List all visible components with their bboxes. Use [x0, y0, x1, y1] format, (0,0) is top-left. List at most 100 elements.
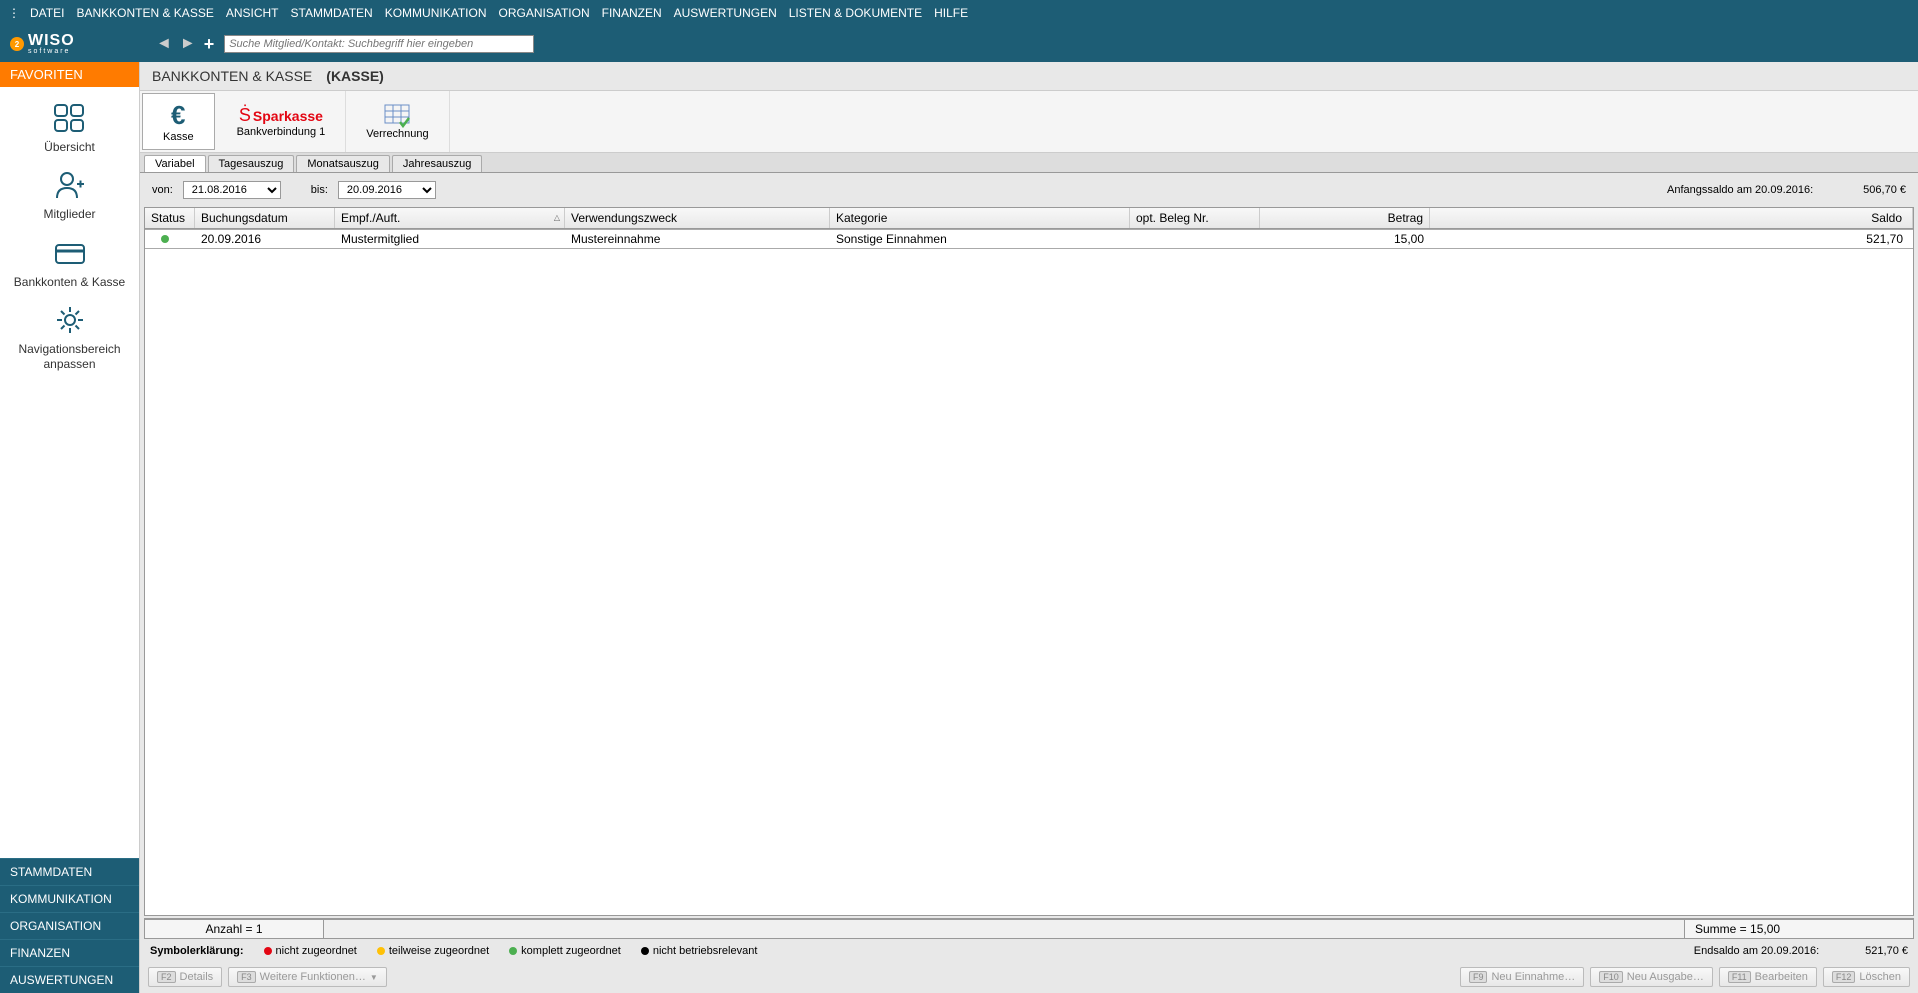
- summary-sum: Summe = 15,00: [1684, 919, 1914, 939]
- bis-label: bis:: [311, 184, 328, 196]
- main-header: BANKKONTEN & KASSE (KASSE): [140, 62, 1918, 91]
- toolbar-verrechnung-button[interactable]: Verrechnung: [346, 91, 449, 152]
- toolbar-label: Verrechnung: [366, 128, 428, 140]
- legend-black-label: nicht betriebsrelevant: [653, 945, 758, 957]
- bis-date-select[interactable]: 20.09.2016: [338, 181, 436, 199]
- col-empf[interactable]: Empf./Auft.△: [335, 208, 565, 228]
- menu-grip-icon: ⋮: [8, 6, 20, 20]
- nav-forward-icon[interactable]: ►: [180, 35, 196, 53]
- nav-add-icon[interactable]: +: [204, 34, 215, 55]
- legend-bar: Symbolerklärung: nicht zugeordnet teilwe…: [140, 939, 1918, 963]
- col-kategorie[interactable]: Kategorie: [830, 208, 1130, 228]
- table-row[interactable]: 20.09.2016 Mustermitglied Mustereinnahme…: [145, 229, 1913, 249]
- sidebar-section-kommunikation[interactable]: KOMMUNIKATION: [0, 885, 139, 912]
- search-input[interactable]: [224, 35, 534, 53]
- menu-datei[interactable]: DATEI: [24, 6, 70, 20]
- top-menubar: ⋮ DATEI BANKKONTEN & KASSE ANSICHT STAMM…: [0, 0, 1918, 26]
- von-date-select[interactable]: 21.08.2016: [183, 181, 281, 199]
- cell-betrag: 15,00: [1260, 230, 1430, 248]
- tab-monatsauszug[interactable]: Monatsauszug: [296, 155, 390, 172]
- cell-date: 20.09.2016: [195, 230, 335, 248]
- col-beleg[interactable]: opt. Beleg Nr.: [1130, 208, 1260, 228]
- sidebar-header-favoriten[interactable]: FAVORITEN: [0, 62, 139, 87]
- toolbar-label: Bankverbindung 1: [237, 126, 326, 138]
- menu-ansicht[interactable]: ANSICHT: [220, 6, 285, 20]
- app-logo: 2 WISO software: [0, 34, 140, 55]
- gear-icon: [53, 305, 87, 338]
- grid-icon: [53, 103, 87, 136]
- sidebar-section-stammdaten[interactable]: STAMMDATEN: [0, 858, 139, 885]
- menu-auswertungen[interactable]: AUSWERTUNGEN: [668, 6, 783, 20]
- view-tabs: Variabel Tagesauszug Monatsauszug Jahres…: [140, 153, 1918, 173]
- table-check-icon: [384, 104, 410, 128]
- menu-kommunikation[interactable]: KOMMUNIKATION: [379, 6, 493, 20]
- sparkasse-icon: ṠSparkasse: [239, 105, 323, 126]
- nav-back-icon[interactable]: ◄: [156, 35, 172, 53]
- sidebar-item-mitglieder[interactable]: Mitglieder: [0, 162, 139, 229]
- account-toolbar: € Kasse ṠSparkasse Bankverbindung 1 Verr…: [140, 91, 1918, 153]
- col-status[interactable]: Status: [145, 208, 195, 228]
- legend-yellow-label: teilweise zugeordnet: [389, 945, 489, 957]
- legend-red-label: nicht zugeordnet: [276, 945, 357, 957]
- legend-yellow-icon: [377, 947, 385, 955]
- sidebar-item-nav-anpassen[interactable]: Navigationsbereich anpassen: [0, 297, 139, 379]
- toolbar-secondary: 2 WISO software ◄ ► +: [0, 26, 1918, 62]
- loeschen-button[interactable]: F12Löschen: [1823, 967, 1910, 987]
- euro-icon: €: [171, 100, 185, 131]
- tab-tagesauszug[interactable]: Tagesauszug: [208, 155, 295, 172]
- toolbar-label: Kasse: [163, 131, 194, 143]
- status-dot-icon: [161, 235, 169, 243]
- cell-zweck: Mustereinnahme: [565, 230, 830, 248]
- sidebar-section-auswertungen[interactable]: AUSWERTUNGEN: [0, 966, 139, 993]
- neu-ausgabe-button[interactable]: F10Neu Ausgabe…: [1590, 967, 1713, 987]
- cell-saldo: 521,70: [1430, 230, 1913, 248]
- sidebar-item-bankkonten[interactable]: Bankkonten & Kasse: [0, 230, 139, 297]
- bearbeiten-button[interactable]: F11Bearbeiten: [1719, 967, 1817, 987]
- details-button[interactable]: F2Details: [148, 967, 222, 987]
- main-content: BANKKONTEN & KASSE (KASSE) € Kasse ṠSpar…: [140, 62, 1918, 993]
- menu-finanzen[interactable]: FINANZEN: [596, 6, 668, 20]
- logo-badge-icon: 2: [10, 37, 24, 51]
- weitere-funktionen-button[interactable]: F3Weitere Funktionen…▼: [228, 967, 387, 987]
- person-icon: [53, 170, 87, 203]
- transactions-grid: Status Buchungsdatum Empf./Auft.△ Verwen…: [144, 207, 1914, 916]
- col-betrag[interactable]: Betrag: [1260, 208, 1430, 228]
- sidebar-item-uebersicht[interactable]: Übersicht: [0, 95, 139, 162]
- cell-beleg: [1130, 230, 1260, 248]
- sidebar-label: Navigationsbereich anpassen: [4, 342, 135, 371]
- tab-jahresauszug[interactable]: Jahresauszug: [392, 155, 483, 172]
- anfangssaldo-value: 506,70 €: [1863, 184, 1906, 196]
- neu-einnahme-button[interactable]: F9Neu Einnahme…: [1460, 967, 1584, 987]
- menu-bankkonten[interactable]: BANKKONTEN & KASSE: [70, 6, 219, 20]
- tab-variabel[interactable]: Variabel: [144, 155, 206, 172]
- von-label: von:: [152, 184, 173, 196]
- card-icon: [53, 238, 87, 271]
- legend-green-icon: [509, 947, 517, 955]
- menu-organisation[interactable]: ORGANISATION: [493, 6, 596, 20]
- sidebar-section-finanzen[interactable]: FINANZEN: [0, 939, 139, 966]
- sidebar-label: Mitglieder: [43, 207, 95, 221]
- endsaldo-value: 521,70 €: [1865, 945, 1908, 957]
- sidebar-label: Übersicht: [44, 140, 95, 154]
- sidebar-label: Bankkonten & Kasse: [14, 275, 125, 289]
- legend-title: Symbolerklärung:: [150, 945, 244, 957]
- col-zweck[interactable]: Verwendungszweck: [565, 208, 830, 228]
- legend-red-icon: [264, 947, 272, 955]
- sidebar: FAVORITEN Übersicht Mitglieder Bankkonte…: [0, 62, 140, 993]
- menu-stammdaten[interactable]: STAMMDATEN: [285, 6, 379, 20]
- toolbar-sparkasse-button[interactable]: ṠSparkasse Bankverbindung 1: [217, 91, 347, 152]
- sidebar-section-organisation[interactable]: ORGANISATION: [0, 912, 139, 939]
- toolbar-kasse-button[interactable]: € Kasse: [142, 93, 215, 150]
- col-buchungsdatum[interactable]: Buchungsdatum: [195, 208, 335, 228]
- endsaldo-label: Endsaldo am 20.09.2016:: [1694, 945, 1819, 957]
- grid-header: Status Buchungsdatum Empf./Auft.△ Verwen…: [145, 208, 1913, 229]
- cell-kat: Sonstige Einnahmen: [830, 230, 1130, 248]
- menu-hilfe[interactable]: HILFE: [928, 6, 974, 20]
- date-filter-bar: von: 21.08.2016 bis: 20.09.2016 Anfangss…: [140, 173, 1918, 207]
- menu-listen[interactable]: LISTEN & DOKUMENTE: [783, 6, 928, 20]
- summary-bar: Anzahl = 1 Summe = 15,00: [144, 918, 1914, 939]
- breadcrumb-page: (KASSE): [326, 68, 384, 84]
- col-saldo[interactable]: Saldo: [1430, 208, 1913, 228]
- bottom-button-bar: F2Details F3Weitere Funktionen…▼ F9Neu E…: [140, 963, 1918, 993]
- summary-count: Anzahl = 1: [144, 919, 324, 939]
